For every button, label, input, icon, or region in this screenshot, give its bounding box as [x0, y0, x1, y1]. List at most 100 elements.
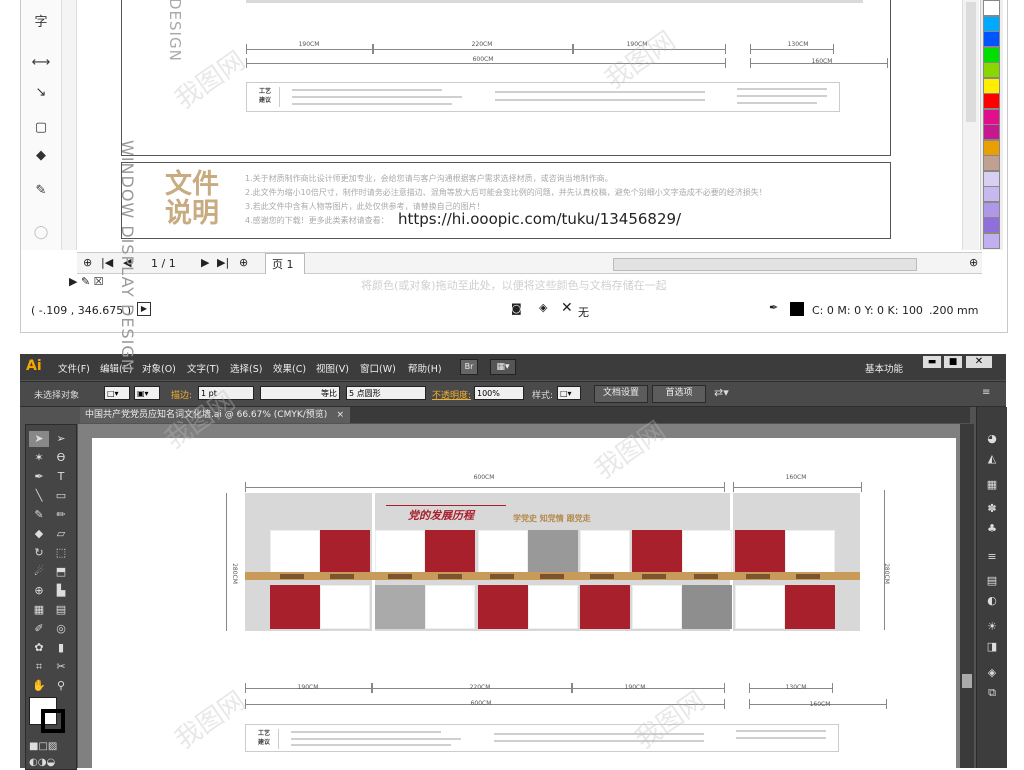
menu-select[interactable]: 选择(S) — [230, 361, 262, 375]
magic-wand-tool-icon[interactable]: ✶ — [29, 450, 49, 466]
layers-panel-icon[interactable]: ◈ — [982, 665, 1002, 681]
palette-swatch[interactable] — [983, 124, 1000, 140]
document-tab[interactable]: 中国共产党党员应知名词文化墙.ai @ 66.67% (CMYK/预览) × — [80, 407, 350, 423]
corel-vertical-scrollbar[interactable] — [962, 0, 979, 250]
symbols-panel-icon[interactable]: ♣ — [982, 521, 1002, 537]
blend-tool-icon[interactable]: ◎ — [51, 621, 71, 637]
bridge-icon[interactable]: Br — [460, 359, 478, 375]
menu-type[interactable]: 文字(T) — [187, 361, 219, 375]
minimize-icon[interactable]: ▬ — [923, 356, 941, 368]
palette-swatch[interactable] — [983, 108, 1000, 125]
mesh-tool-icon[interactable]: ▦ — [29, 602, 49, 618]
first-page-icon[interactable]: |◀ — [101, 256, 113, 269]
palette-swatch[interactable] — [983, 139, 1000, 156]
connector-tool-icon[interactable]: ↘ — [30, 82, 52, 104]
palette-swatch[interactable] — [983, 0, 1000, 16]
ai-vertical-scrollbar[interactable] — [960, 424, 974, 768]
color-palette[interactable] — [980, 0, 1003, 250]
color-guide-icon[interactable]: ◭ — [982, 451, 1002, 467]
perspective-grid-tool-icon[interactable]: ▙ — [51, 583, 71, 599]
swatches-panel-icon[interactable]: ▦ — [982, 477, 1002, 493]
fill-color-select[interactable]: □▾ — [104, 386, 130, 400]
last-page-icon[interactable]: ▶| — [217, 256, 229, 269]
arrange-icon[interactable]: ⇄▾ — [714, 386, 729, 399]
palette-swatch[interactable] — [983, 15, 1000, 32]
color-mode-icons[interactable]: ■□▨ — [29, 741, 57, 752]
arrange-documents-icon[interactable]: ▦▾ — [490, 359, 516, 375]
drawing-mode-icons[interactable]: ◐◑◒ — [29, 757, 55, 768]
snap-icon[interactable]: ◙ — [511, 302, 522, 315]
brush-definition[interactable]: 5 点圆形 — [346, 386, 426, 400]
selection-tool-icon[interactable]: ➤ — [29, 431, 49, 447]
opacity-input[interactable]: 100% — [474, 386, 524, 400]
dimension-tool-icon[interactable]: ⟷ — [30, 52, 52, 74]
stroke-label[interactable]: 描边: — [171, 388, 192, 401]
palette-swatch[interactable] — [983, 93, 1000, 109]
palette-swatch[interactable] — [983, 77, 1000, 94]
preferences-button[interactable]: 首选项 — [652, 385, 706, 403]
hand-tool-icon[interactable]: ✋ — [29, 678, 49, 694]
eyedropper-tool-icon[interactable]: ✎ — [30, 180, 52, 202]
graphic-styles-panel-icon[interactable]: ◨ — [982, 639, 1002, 655]
type-tool-icon[interactable]: T — [51, 469, 71, 485]
palette-swatch[interactable] — [983, 31, 1000, 47]
lasso-tool-icon[interactable]: ϴ — [51, 450, 71, 466]
blob-brush-tool-icon[interactable]: ◆ — [29, 526, 49, 542]
warp-tool-icon[interactable]: ☄ — [29, 564, 49, 580]
palette-swatch[interactable] — [983, 201, 1000, 218]
text-tool-icon[interactable]: 字 — [30, 12, 52, 34]
brushes-panel-icon[interactable]: ✽ — [982, 501, 1002, 517]
palette-swatch[interactable] — [983, 232, 1000, 249]
play-icon[interactable]: ▶ — [137, 302, 151, 316]
zoom-icon[interactable]: ⊕ — [969, 256, 978, 269]
scroll-thumb[interactable] — [962, 674, 972, 688]
palette-arrow-icon[interactable]: ▶ ✎ ☒ — [69, 275, 104, 288]
close-icon[interactable]: ✕ — [966, 356, 992, 368]
zoom-tool-icon[interactable]: ⚲ — [51, 678, 71, 694]
tab-close-icon[interactable]: × — [336, 407, 344, 423]
horizontal-scrollbar[interactable] — [613, 258, 917, 271]
artboards-panel-icon[interactable]: ⧉ — [982, 685, 1002, 701]
rectangle-tool-icon[interactable]: ▭ — [51, 488, 71, 504]
palette-swatch[interactable] — [983, 155, 1000, 171]
gradient-panel-icon[interactable]: ▤ — [982, 573, 1002, 589]
palette-swatch[interactable] — [983, 170, 1000, 187]
gradient-tool-icon[interactable]: ▤ — [51, 602, 71, 618]
menu-view[interactable]: 视图(V) — [316, 361, 349, 375]
transparency-panel-icon[interactable]: ◐ — [982, 593, 1002, 609]
next-page-icon[interactable]: ▶ — [201, 256, 209, 269]
shadow-tool-icon[interactable]: ▢ — [30, 117, 52, 139]
palette-swatch[interactable] — [983, 46, 1000, 63]
palette-swatch[interactable] — [983, 217, 1000, 233]
fill-tool-icon[interactable]: ◆ — [30, 145, 52, 167]
color-panel-icon[interactable]: ◕ — [982, 431, 1002, 447]
opacity-label[interactable]: 不透明度: — [432, 388, 471, 401]
pen-tool-icon[interactable]: ✒ — [29, 469, 49, 485]
stroke-panel-icon[interactable]: ≡ — [982, 549, 1002, 565]
slice-tool-icon[interactable]: ✂ — [51, 659, 71, 675]
menu-window[interactable]: 窗口(W) — [360, 361, 396, 375]
shape-builder-tool-icon[interactable]: ⊕ — [29, 583, 49, 599]
symbol-sprayer-tool-icon[interactable]: ✿ — [29, 640, 49, 656]
scale-tool-icon[interactable]: ⬚ — [51, 545, 71, 561]
free-transform-tool-icon[interactable]: ⬒ — [51, 564, 71, 580]
menu-object[interactable]: 对象(O) — [142, 361, 176, 375]
appearance-panel-icon[interactable]: ☀ — [982, 619, 1002, 635]
style-select[interactable]: □▾ — [557, 386, 581, 400]
document-setup-button[interactable]: 文档设置 — [594, 385, 648, 403]
column-graph-tool-icon[interactable]: ▮ — [51, 640, 71, 656]
rotate-tool-icon[interactable]: ↻ — [29, 545, 49, 561]
palette-swatch[interactable] — [983, 186, 1000, 202]
line-tool-icon[interactable]: ╲ — [29, 488, 49, 504]
outline-tool-icon[interactable]: ◯ — [30, 222, 52, 244]
panel-menu-icon[interactable]: ≡ — [982, 387, 990, 398]
stroke-weight-input[interactable]: 1 pt — [198, 386, 254, 400]
paintbrush-tool-icon[interactable]: ✎ — [29, 507, 49, 523]
page-add-after-icon[interactable]: ⊕ — [239, 256, 248, 269]
page-add-icon[interactable]: ⊕ — [83, 256, 92, 269]
download-url[interactable]: https://hi.ooopic.com/tuku/13456829/ — [398, 210, 681, 228]
direct-selection-tool-icon[interactable]: ➢ — [51, 431, 71, 447]
palette-swatch[interactable] — [983, 62, 1000, 78]
stroke-color-select[interactable]: ▣▾ — [134, 386, 160, 400]
workspace-switcher[interactable]: 基本功能 — [865, 361, 903, 375]
